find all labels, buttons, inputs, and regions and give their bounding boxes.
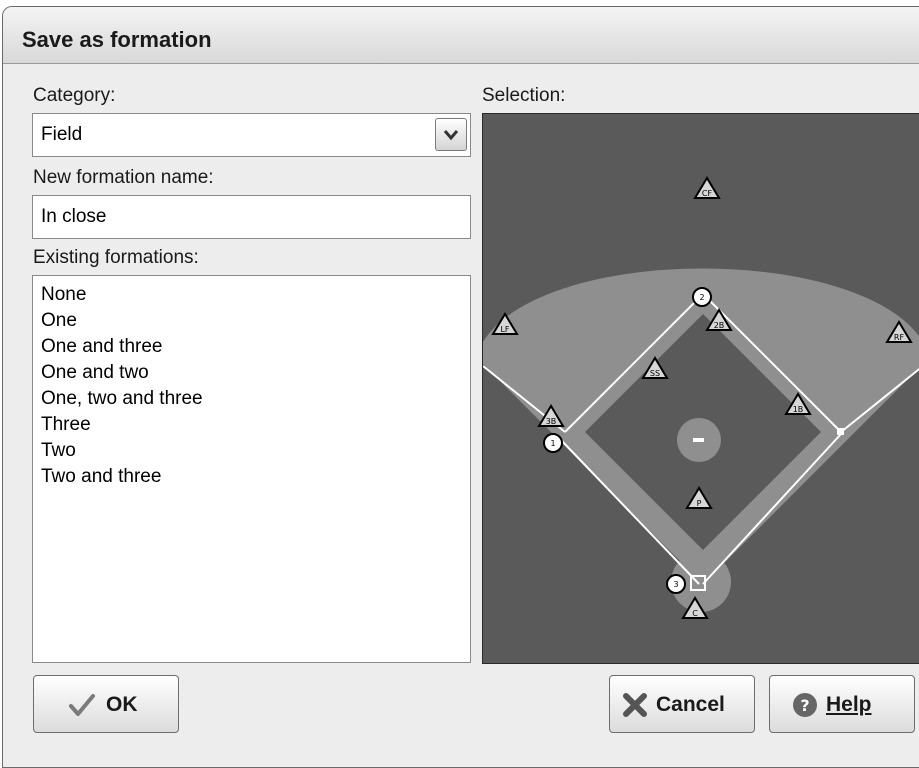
baseball-field: CF LF RF 2B SS 1B 3B P C 1 2 3 (483, 176, 919, 619)
fielder-cf[interactable]: CF (693, 176, 721, 199)
list-item[interactable]: Two and three (41, 464, 161, 490)
list-item[interactable]: One (41, 308, 77, 334)
list-item[interactable]: Two (41, 438, 76, 464)
runner-3[interactable]: 3 (666, 574, 686, 594)
list-item[interactable]: One, two and three (41, 386, 203, 412)
cancel-label: Cancel (656, 693, 725, 716)
formation-name-label: New formation name: (33, 167, 214, 188)
list-item[interactable]: Three (41, 412, 91, 438)
runner-1[interactable]: 1 (543, 433, 563, 453)
svg-text:3B: 3B (546, 417, 557, 426)
window-title: Save as formation (22, 27, 212, 52)
save-as-formation-dialog: Save as formation Category: Field New fo… (2, 6, 919, 768)
dropdown-button[interactable] (435, 118, 467, 151)
help-button[interactable]: ? Help (769, 675, 915, 733)
svg-text:P: P (697, 499, 702, 508)
field-diagram[interactable]: CF LF RF 2B SS 1B 3B P C 1 2 3 (482, 113, 919, 664)
list-item[interactable]: One and two (41, 360, 149, 386)
existing-formations-list[interactable]: None One One and three One and two One, … (32, 275, 471, 663)
svg-text:RF: RF (894, 333, 905, 342)
checkmark-icon (68, 692, 96, 724)
svg-text:?: ? (800, 696, 809, 715)
first-base (837, 428, 844, 435)
selection-label: Selection: (482, 85, 566, 106)
title-bar: Save as formation (3, 7, 919, 64)
existing-formations-label: Existing formations: (33, 247, 199, 268)
x-icon (622, 692, 648, 724)
category-label: Category: (33, 85, 116, 106)
chevron-down-icon (443, 130, 459, 141)
svg-text:CF: CF (702, 189, 713, 198)
category-select[interactable]: Field (32, 113, 471, 157)
cancel-button[interactable]: Cancel (609, 675, 755, 733)
pitchers-rubber (693, 438, 704, 442)
svg-text:LF: LF (500, 325, 509, 334)
list-item[interactable]: None (41, 282, 86, 308)
category-value: Field (41, 124, 83, 145)
formation-name-field[interactable] (32, 195, 471, 239)
svg-text:1B: 1B (793, 405, 804, 414)
runner-2[interactable]: 2 (692, 287, 712, 307)
help-icon: ? (792, 692, 818, 724)
svg-text:C: C (692, 609, 698, 618)
ok-button[interactable]: OK (33, 675, 179, 733)
help-label: Help (826, 693, 872, 716)
list-item[interactable]: One and three (41, 334, 162, 360)
formation-name-input[interactable] (33, 196, 470, 238)
svg-text:2: 2 (699, 293, 704, 302)
svg-text:SS: SS (650, 369, 660, 378)
svg-text:3: 3 (673, 580, 678, 589)
svg-text:2B: 2B (714, 321, 725, 330)
svg-text:1: 1 (550, 439, 555, 448)
ok-label: OK (106, 693, 138, 716)
